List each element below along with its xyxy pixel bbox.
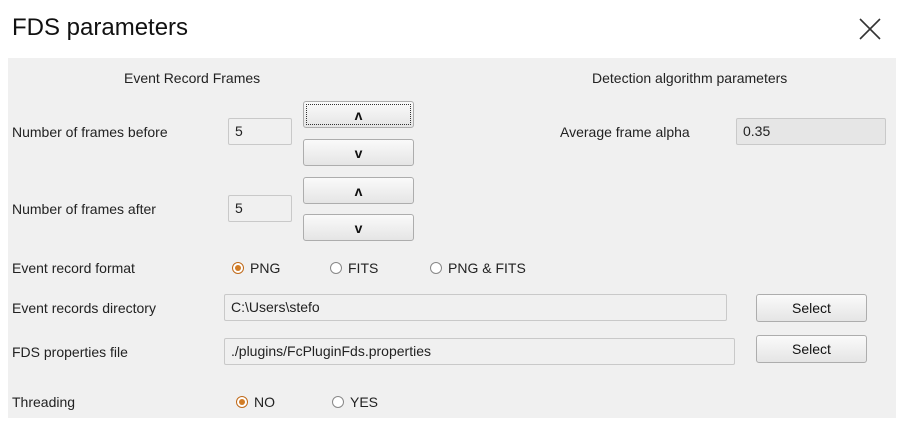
radio-unselected-icon	[330, 262, 342, 274]
average-frame-alpha-input[interactable]: 0.35	[736, 118, 886, 145]
event-records-directory-input[interactable]: C:\Users\stefo	[224, 294, 727, 321]
select-directory-button[interactable]: Select	[756, 294, 867, 322]
radio-selected-icon	[232, 262, 244, 274]
format-radio-png-fits[interactable]: PNG & FITS	[430, 260, 526, 276]
threading-radio-yes[interactable]: YES	[332, 394, 378, 410]
frames-before-up-button[interactable]: ʌ	[303, 101, 414, 128]
format-option-png-label: PNG	[250, 260, 281, 276]
radio-unselected-icon	[430, 262, 442, 274]
frames-before-label: Number of frames before	[12, 124, 168, 140]
format-option-png-fits-label: PNG & FITS	[448, 260, 526, 276]
format-radio-fits[interactable]: FITS	[330, 260, 378, 276]
frames-after-up-button[interactable]: ʌ	[303, 177, 414, 204]
select-properties-button[interactable]: Select	[756, 335, 867, 363]
average-frame-alpha-label: Average frame alpha	[560, 124, 690, 140]
radio-selected-icon	[236, 396, 248, 408]
dialog-title: FDS parameters	[12, 14, 189, 41]
threading-option-no-label: NO	[254, 394, 275, 410]
frames-after-label: Number of frames after	[12, 201, 156, 217]
detection-parameters-heading: Detection algorithm parameters	[592, 70, 788, 86]
fds-properties-file-label: FDS properties file	[12, 344, 128, 360]
radio-unselected-icon	[332, 396, 344, 408]
event-records-directory-label: Event records directory	[12, 300, 156, 316]
title-bar: FDS parameters	[0, 0, 901, 58]
frames-after-input[interactable]: 5	[228, 195, 292, 222]
threading-option-yes-label: YES	[350, 394, 379, 410]
frames-before-input[interactable]: 5	[228, 118, 292, 145]
fds-properties-file-input[interactable]: ./plugins/FcPluginFds.properties	[224, 338, 735, 365]
threading-label: Threading	[12, 394, 76, 410]
frames-after-down-button[interactable]: v	[303, 214, 414, 241]
format-option-fits-label: FITS	[348, 260, 379, 276]
frames-before-down-button[interactable]: v	[303, 139, 414, 166]
event-record-format-label: Event record format	[12, 260, 135, 276]
threading-radio-no[interactable]: NO	[236, 394, 275, 410]
close-icon[interactable]	[857, 16, 883, 42]
format-radio-png[interactable]: PNG	[232, 260, 280, 276]
event-record-frames-heading: Event Record Frames	[124, 70, 261, 86]
